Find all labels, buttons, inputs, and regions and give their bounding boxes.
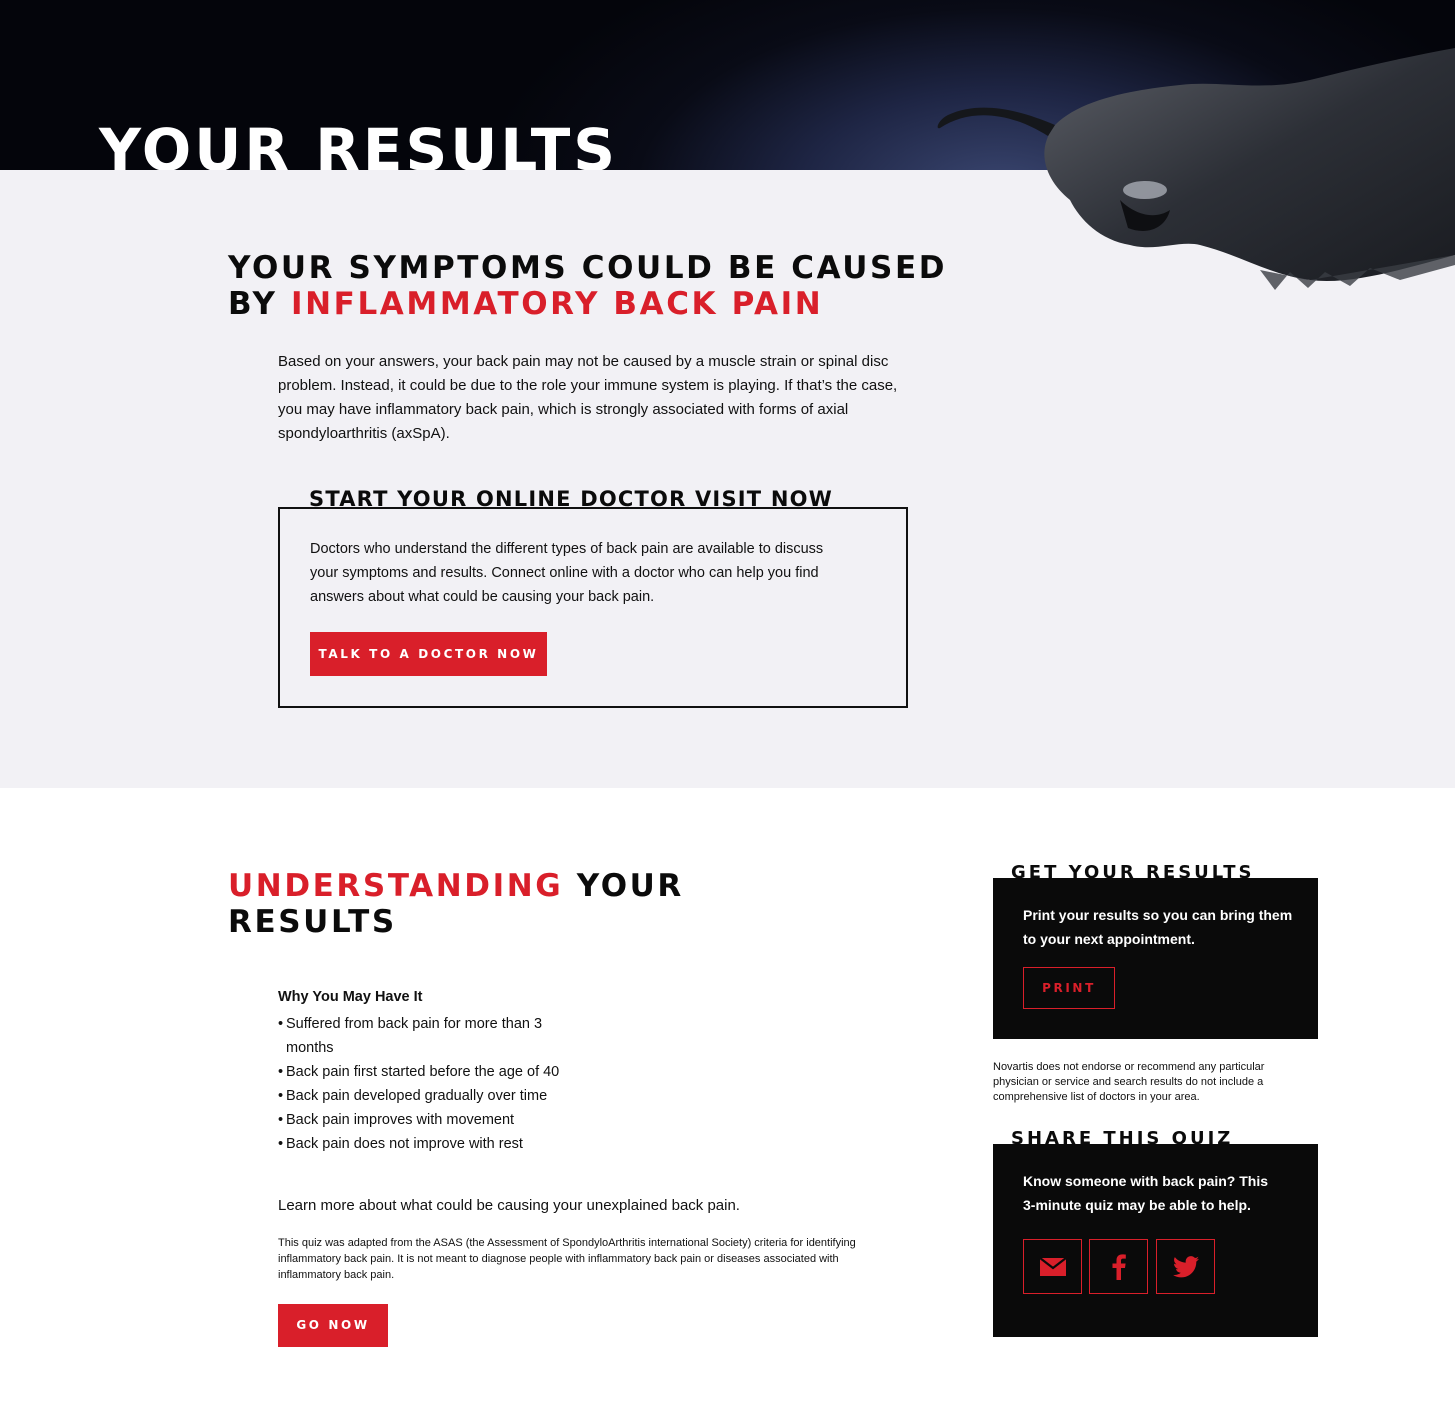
get-results-title: GET YOUR RESULTS xyxy=(1011,862,1255,883)
email-share-button[interactable] xyxy=(1023,1239,1082,1294)
share-quiz-title: SHARE THIS QUIZ xyxy=(1011,1128,1234,1149)
list-item: Suffered from back pain for more than 3 … xyxy=(278,1012,568,1060)
understanding-heading-highlight: UNDERSTANDING xyxy=(228,868,564,904)
twitter-share-button[interactable] xyxy=(1156,1239,1215,1294)
creature-paw-image xyxy=(937,48,1455,290)
facebook-icon xyxy=(1112,1253,1126,1280)
print-button[interactable]: PRINT xyxy=(1023,967,1115,1009)
go-now-button[interactable]: GO NOW xyxy=(278,1304,388,1347)
learn-more-text: Learn more about what could be causing y… xyxy=(278,1197,740,1214)
get-results-panel: Print your results so you can bring them… xyxy=(993,878,1318,1039)
list-item: Back pain first started before the age o… xyxy=(278,1060,568,1084)
list-item: Back pain improves with movement xyxy=(278,1108,568,1132)
understanding-heading-rest2: RESULTS xyxy=(228,904,397,940)
doctor-visit-title: START YOUR ONLINE DOCTOR VISIT NOW xyxy=(309,487,834,511)
results-intro-text: Based on your answers, your back pain ma… xyxy=(278,353,898,442)
page-title: YOUR RESULTS xyxy=(99,116,619,170)
doctor-visit-card: Doctors who understand the different typ… xyxy=(278,507,908,708)
quiz-disclaimer: This quiz was adapted from the ASAS (the… xyxy=(278,1237,856,1281)
share-quiz-panel: Know someone with back pain? This 3-minu… xyxy=(993,1144,1318,1337)
why-title: Why You May Have It xyxy=(278,989,423,1005)
twitter-icon xyxy=(1172,1255,1199,1277)
understanding-heading: UNDERSTANDING YOUR RESULTS xyxy=(228,868,684,940)
get-results-text: Print your results so you can bring them… xyxy=(1023,907,1293,947)
talk-to-doctor-button[interactable]: TALK TO A DOCTOR NOW xyxy=(310,632,547,676)
doctor-visit-text: Doctors who understand the different typ… xyxy=(310,541,824,605)
results-heading: YOUR SYMPTOMS COULD BE CAUSED BY INFLAMM… xyxy=(228,250,947,322)
novartis-disclaimer: Novartis does not endorse or recommend a… xyxy=(993,1061,1265,1103)
results-heading-highlight: INFLAMMATORY BACK PAIN xyxy=(290,286,824,322)
results-heading-line1: YOUR SYMPTOMS COULD BE CAUSED xyxy=(228,250,948,286)
reasons-list: Suffered from back pain for more than 3 … xyxy=(278,1012,568,1156)
list-item: Back pain developed gradually over time xyxy=(278,1084,568,1108)
email-icon xyxy=(1039,1257,1066,1276)
results-heading-prefix: BY xyxy=(228,286,291,322)
facebook-share-button[interactable] xyxy=(1089,1239,1148,1294)
understanding-heading-rest: YOUR xyxy=(563,868,684,904)
list-item: Back pain does not improve with rest xyxy=(278,1132,568,1156)
share-quiz-text: Know someone with back pain? This 3-minu… xyxy=(1023,1173,1269,1213)
